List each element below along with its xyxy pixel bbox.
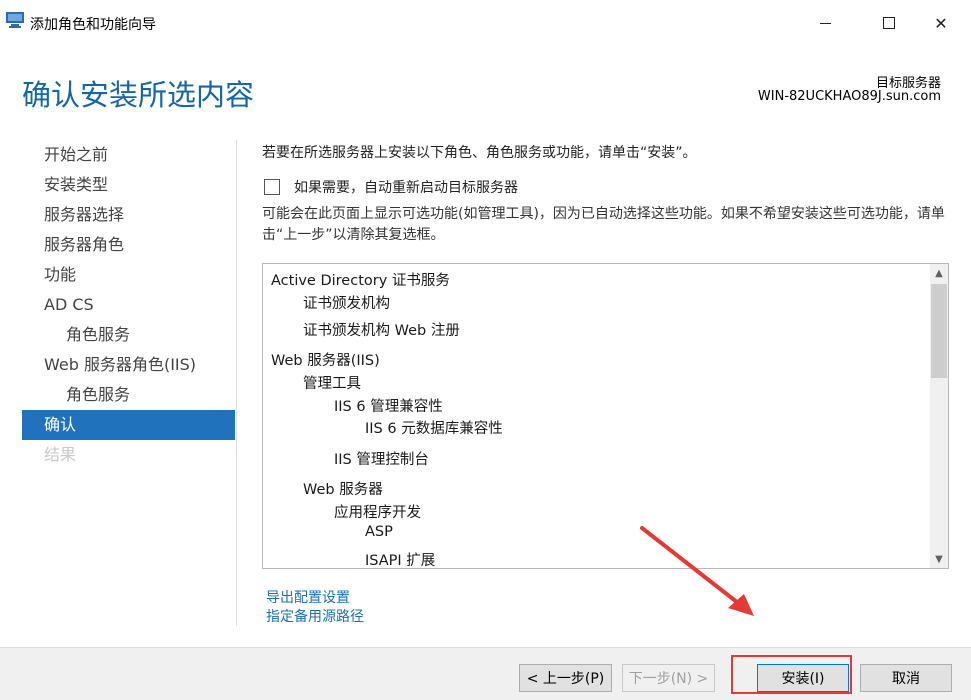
server-manager-icon xyxy=(6,12,24,28)
restart-checkbox-label[interactable]: 如果需要，自动重新启动目标服务器 xyxy=(294,177,518,197)
close-icon: ✕ xyxy=(934,13,948,33)
nav-step-web-server-role[interactable]: Web 服务器角色(IIS) xyxy=(22,350,235,380)
annotation-arrow xyxy=(640,526,754,616)
restart-checkbox[interactable] xyxy=(264,179,280,195)
nav-step-server-roles[interactable]: 服务器角色 xyxy=(22,230,235,260)
wizard-footer: < 上一步(P) 下一步(N) > 安装(I) 取消 xyxy=(0,647,971,700)
list-item: Active Directory 证书服务 xyxy=(271,273,450,289)
selected-features-list[interactable]: Active Directory 证书服务 证书颁发机构 证书颁发机构 Web … xyxy=(262,263,949,569)
previous-button[interactable]: < 上一步(P) xyxy=(519,664,612,692)
title-bar: 添加角色和功能向导 ✕ xyxy=(0,0,971,46)
destination-server-name: WIN-82UCKHAO89J.sun.com xyxy=(757,89,941,104)
list-item: 管理工具 xyxy=(303,376,361,392)
nav-step-ad-cs-role-services[interactable]: 角色服务 xyxy=(22,320,235,350)
minimize-button[interactable] xyxy=(802,8,848,38)
list-item: 证书颁发机构 xyxy=(303,296,390,312)
window-title: 添加角色和功能向导 xyxy=(30,17,156,33)
intro-text: 若要在所选服务器上安装以下角色、角色服务或功能，请单击“安装”。 xyxy=(262,145,697,161)
next-button: 下一步(N) > xyxy=(622,664,715,692)
restart-option[interactable]: 如果需要，自动重新启动目标服务器 xyxy=(264,177,518,197)
list-item: ASP xyxy=(365,524,393,540)
list-item: IIS 6 元数据库兼容性 xyxy=(365,421,503,437)
nav-step-server-selection[interactable]: 服务器选择 xyxy=(22,200,235,230)
nav-divider xyxy=(236,140,237,626)
alternate-source-link[interactable]: 指定备用源路径 xyxy=(266,606,364,626)
install-highlight-box xyxy=(731,655,852,694)
list-item: 证书颁发机构 Web 注册 xyxy=(303,323,460,339)
wizard-steps-nav: 开始之前 安装类型 服务器选择 服务器角色 功能 AD CS 角色服务 Web … xyxy=(22,140,235,470)
nav-step-ad-cs[interactable]: AD CS xyxy=(22,290,235,320)
nav-step-confirmation[interactable]: 确认 xyxy=(22,410,235,440)
list-item: IIS 6 管理兼容性 xyxy=(334,399,443,415)
scrollbar-thumb[interactable] xyxy=(931,284,947,378)
nav-step-results: 结果 xyxy=(44,445,77,464)
nav-step-web-role-services[interactable]: 角色服务 xyxy=(22,380,235,410)
list-item: 应用程序开发 xyxy=(334,505,421,521)
nav-step-features[interactable]: 功能 xyxy=(22,260,235,290)
maximize-button[interactable] xyxy=(866,8,912,38)
nav-step-installation-type[interactable]: 安装类型 xyxy=(22,170,235,200)
export-configuration-link[interactable]: 导出配置设置 xyxy=(266,587,350,607)
optional-features-note: 可能会在此页面上显示可选功能(如管理工具)，因为已自动选择这些功能。如果不希望安… xyxy=(262,206,945,243)
list-item: Web 服务器 xyxy=(303,482,383,498)
page-title: 确认安装所选内容 xyxy=(22,78,255,112)
list-item: ISAPI 扩展 xyxy=(365,553,436,569)
maximize-icon xyxy=(883,17,895,29)
list-item: IIS 管理控制台 xyxy=(334,452,429,468)
nav-step-before-you-begin[interactable]: 开始之前 xyxy=(22,140,235,170)
cancel-button[interactable]: 取消 xyxy=(860,664,952,692)
list-item: Web 服务器(IIS) xyxy=(271,353,380,369)
minimize-icon xyxy=(819,22,831,24)
chevron-up-icon[interactable]: ▲ xyxy=(930,264,948,282)
close-button[interactable]: ✕ xyxy=(918,8,964,38)
vertical-scrollbar[interactable]: ▲ ▼ xyxy=(930,264,948,568)
chevron-down-icon[interactable]: ▼ xyxy=(930,550,948,568)
